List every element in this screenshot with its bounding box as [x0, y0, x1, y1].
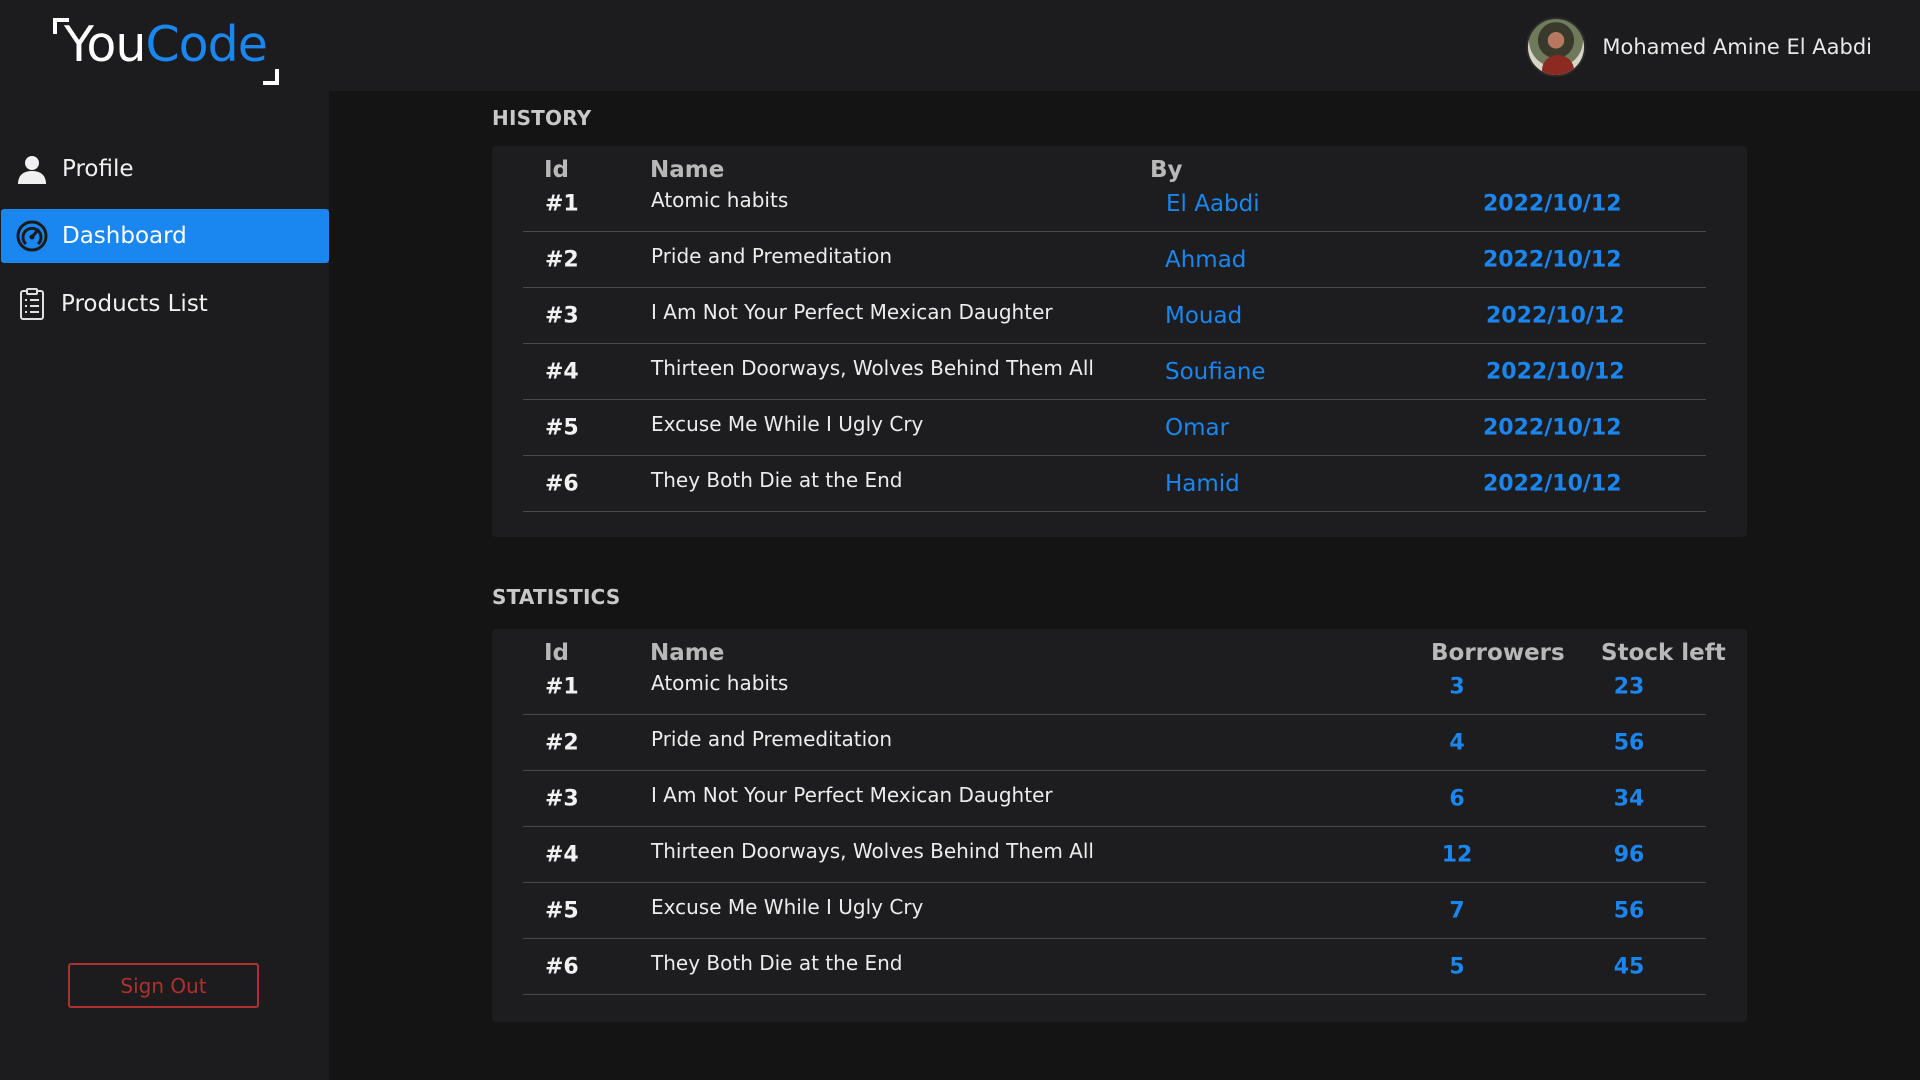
sidebar-item-profile[interactable]: Profile: [1, 142, 329, 196]
logo-bracket-top-left: [53, 18, 69, 34]
row-borrower-link[interactable]: El Aabdi: [1166, 191, 1260, 217]
row-book-name: I Am Not Your Perfect Mexican Daughter: [651, 783, 1053, 808]
table-row[interactable]: #5 Excuse Me While I Ugly Cry Omar 2022/10/…: [523, 400, 1706, 456]
clipboard-list-icon: [20, 288, 44, 320]
table-row[interactable]: #2 Pride and Premeditation 4 56: [523, 715, 1706, 771]
sidebar-item-label: Products List: [61, 291, 208, 317]
youcode-logo[interactable]: YouCode: [50, 14, 279, 85]
row-id: #3: [545, 303, 579, 328]
row-id: #3: [545, 786, 579, 811]
row-id: #4: [545, 842, 579, 867]
history-title: HISTORY: [492, 106, 592, 130]
row-id: #5: [545, 898, 579, 923]
row-borrower-link[interactable]: Ahmad: [1165, 247, 1246, 273]
table-row[interactable]: #5 Excuse Me While I Ugly Cry 7 56: [523, 883, 1706, 939]
sign-out-button[interactable]: Sign Out: [68, 963, 259, 1008]
row-id: #6: [545, 471, 579, 496]
row-book-name: Thirteen Doorways, Wolves Behind Them Al…: [651, 839, 1094, 864]
row-stock-left: 56: [1613, 730, 1645, 755]
user-name: Mohamed Amine El Aabdi: [1602, 35, 1872, 59]
row-borrower-link[interactable]: Hamid: [1165, 471, 1240, 497]
row-date: 2022/10/12: [1486, 303, 1625, 328]
logo-bracket-bottom-right: [262, 69, 279, 85]
row-book-name: Excuse Me While I Ugly Cry: [651, 412, 924, 437]
row-date: 2022/10/12: [1483, 471, 1622, 496]
table-row[interactable]: #2 Pride and Premeditation Ahmad 2022/10/12: [523, 232, 1706, 288]
row-borrowers-count: 12: [1441, 842, 1473, 867]
row-id: #4: [545, 359, 579, 384]
row-borrowers-count: 4: [1449, 730, 1465, 755]
logo-text-code: Code: [145, 16, 267, 73]
row-stock-left: 34: [1613, 786, 1645, 811]
statistics-title: STATISTICS: [492, 585, 621, 609]
sidebar-item-label: Dashboard: [62, 223, 187, 249]
sidebar: Profile Dashboard Products List Sign Out: [0, 91, 329, 1080]
row-borrowers-count: 3: [1449, 674, 1465, 699]
row-book-name: Excuse Me While I Ugly Cry: [651, 895, 924, 920]
table-row[interactable]: #6 They Both Die at the End 5 45: [523, 939, 1706, 995]
row-date: 2022/10/12: [1483, 191, 1622, 216]
row-borrower-link[interactable]: Mouad: [1165, 303, 1242, 329]
row-stock-left: 96: [1613, 842, 1645, 867]
table-row[interactable]: #1 Atomic habits 3 23: [523, 659, 1706, 715]
logo-text-you: You: [64, 16, 146, 73]
row-id: #5: [545, 415, 579, 440]
row-id: #1: [545, 191, 579, 216]
row-book-name: They Both Die at the End: [651, 951, 903, 976]
row-id: #6: [545, 954, 579, 979]
table-row[interactable]: #3 I Am Not Your Perfect Mexican Daughter…: [523, 288, 1706, 344]
row-borrowers-count: 6: [1449, 786, 1465, 811]
row-stock-left: 23: [1613, 674, 1645, 699]
row-borrowers-count: 5: [1449, 954, 1465, 979]
user-icon: [18, 156, 46, 184]
history-table: Id Name By #1 Atomic habits El Aabdi 2022/1…: [492, 146, 1747, 537]
table-row[interactable]: #3 I Am Not Your Perfect Mexican Daughter…: [523, 771, 1706, 827]
row-borrower-link[interactable]: Omar: [1165, 415, 1229, 441]
row-date: 2022/10/12: [1483, 415, 1622, 440]
row-date: 2022/10/12: [1486, 359, 1625, 384]
row-book-name: I Am Not Your Perfect Mexican Daughter: [651, 300, 1053, 325]
table-row[interactable]: #4 Thirteen Doorways, Wolves Behind Them …: [523, 344, 1706, 400]
row-id: #1: [545, 674, 579, 699]
row-borrower-link[interactable]: Soufiane: [1165, 359, 1266, 385]
row-book-name: Pride and Premeditation: [651, 727, 893, 752]
row-book-name: Atomic habits: [651, 671, 789, 696]
row-book-name: Atomic habits: [651, 188, 789, 213]
sidebar-item-dashboard[interactable]: Dashboard: [1, 209, 329, 263]
table-row[interactable]: #6 They Both Die at the End Hamid 2022/10/1…: [523, 456, 1706, 512]
row-book-name: They Both Die at the End: [651, 468, 903, 493]
table-row[interactable]: #1 Atomic habits El Aabdi 2022/10/12: [523, 176, 1706, 232]
row-stock-left: 56: [1613, 898, 1645, 923]
speedometer-icon: [16, 220, 48, 252]
user-profile-menu[interactable]: Mohamed Amine El Aabdi: [1526, 17, 1872, 77]
row-date: 2022/10/12: [1483, 247, 1622, 272]
top-bar: YouCode Mohamed Amine El Aabdi: [0, 0, 1920, 91]
row-id: #2: [545, 730, 579, 755]
row-id: #2: [545, 247, 579, 272]
row-book-name: Pride and Premeditation: [651, 244, 893, 269]
row-book-name: Thirteen Doorways, Wolves Behind Them Al…: [651, 356, 1094, 381]
statistics-table: Id Name Borrowers Stock left #1 Atomic ha…: [492, 629, 1747, 1022]
row-stock-left: 45: [1613, 954, 1645, 979]
avatar[interactable]: [1526, 17, 1587, 77]
row-borrowers-count: 7: [1449, 898, 1465, 923]
table-row[interactable]: #4 Thirteen Doorways, Wolves Behind Them …: [523, 827, 1706, 883]
sidebar-item-products-list[interactable]: Products List: [1, 277, 329, 331]
sidebar-item-label: Profile: [62, 156, 134, 182]
